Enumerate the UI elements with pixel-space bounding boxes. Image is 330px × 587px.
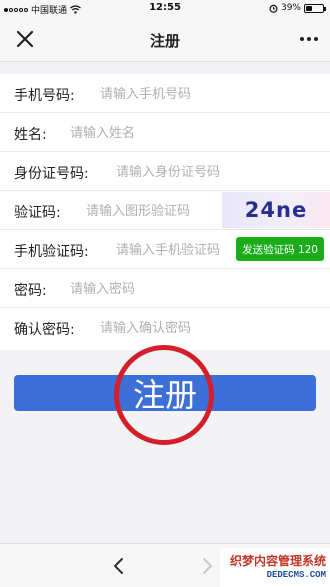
- battery-icon: [304, 3, 326, 13]
- id-number-input[interactable]: [116, 161, 316, 183]
- form-row-name: 姓名:: [0, 113, 330, 152]
- id-number-label: 身份证号码:: [14, 166, 89, 182]
- status-bar: 中国联通 12:55 39%: [0, 0, 330, 18]
- register-form: 手机号码: 姓名: 身份证号码: 验证码: 24ne 手机验证码: 发送验证码 …: [0, 74, 330, 350]
- confirm-password-input[interactable]: [100, 317, 310, 339]
- phone-label: 手机号码:: [14, 88, 75, 104]
- highlight-circle: [114, 345, 214, 445]
- captcha-label: 验证码:: [14, 205, 61, 221]
- watermark: 织梦内容管理系统 DEDECMS.COM: [220, 548, 330, 587]
- name-input[interactable]: [70, 122, 310, 144]
- sms-code-label: 手机验证码:: [14, 244, 89, 260]
- more-icon[interactable]: [300, 37, 318, 41]
- confirm-password-label: 确认密码:: [14, 322, 75, 338]
- watermark-title: 织梦内容管理系统: [229, 554, 326, 568]
- form-row-password: 密码:: [0, 269, 330, 308]
- chevron-left-icon[interactable]: [112, 556, 126, 576]
- form-row-sms-code: 手机验证码: 发送验证码 120: [0, 230, 330, 269]
- nav-bar: 注册: [0, 18, 330, 62]
- form-row-captcha: 验证码: 24ne: [0, 191, 330, 230]
- form-row-phone: 手机号码:: [0, 74, 330, 113]
- page-title: 注册: [149, 32, 180, 50]
- status-right: 39%: [269, 3, 326, 13]
- captcha-image[interactable]: 24ne: [222, 192, 330, 228]
- battery-percent: 39%: [280, 3, 301, 13]
- chevron-right-icon[interactable]: [200, 556, 214, 576]
- form-row-confirm-password: 确认密码:: [0, 308, 330, 347]
- name-label: 姓名:: [14, 127, 47, 143]
- form-row-id-number: 身份证号码:: [0, 152, 330, 191]
- sms-code-input[interactable]: [116, 239, 220, 261]
- alarm-icon: [269, 4, 278, 13]
- password-input[interactable]: [70, 278, 310, 300]
- watermark-url: DEDECMS.COM: [266, 570, 326, 580]
- battery-fill: [306, 5, 313, 11]
- send-code-button[interactable]: 发送验证码 120: [236, 237, 324, 261]
- phone-input[interactable]: [100, 83, 310, 105]
- captcha-input[interactable]: [86, 200, 216, 222]
- password-label: 密码:: [14, 283, 47, 299]
